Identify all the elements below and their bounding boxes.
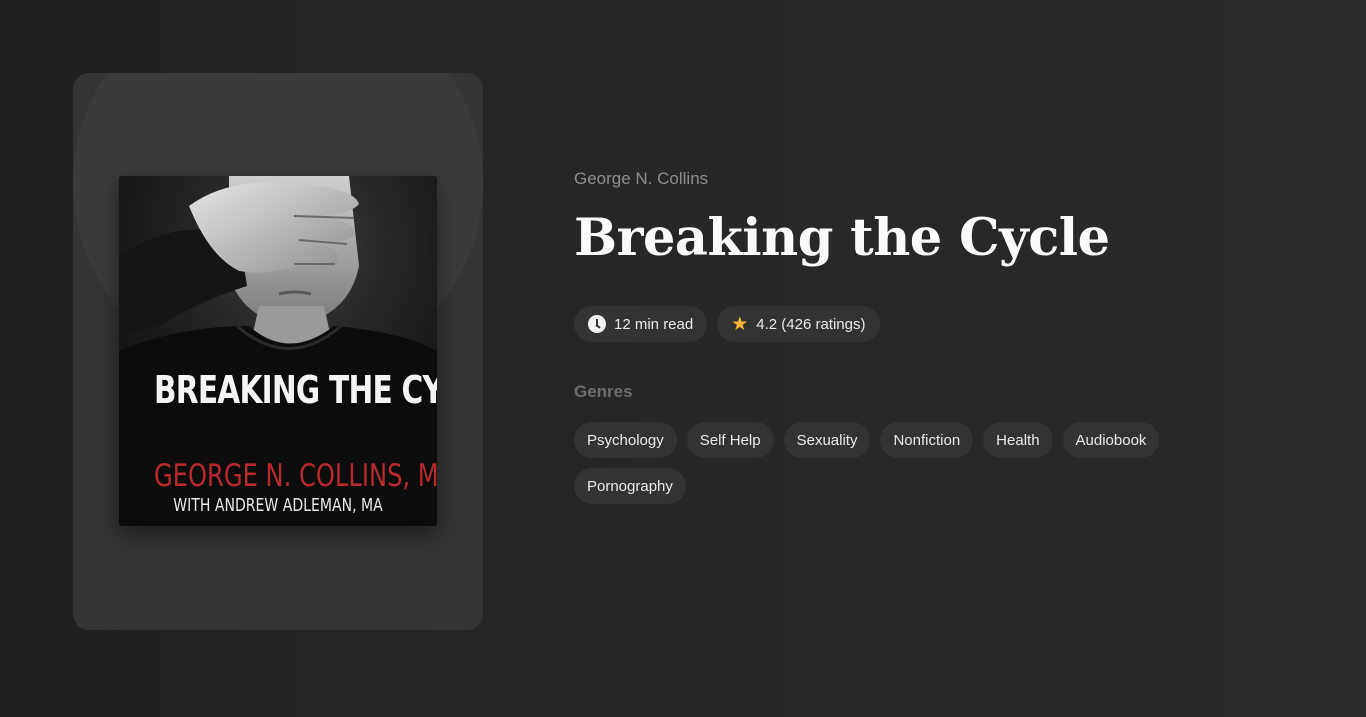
genre-list: Psychology Self Help Sexuality Nonfictio… bbox=[574, 422, 1214, 504]
cover-panel: BREAKING THE CYCLE GEORGE N. COLLINS, MA… bbox=[73, 73, 483, 630]
genre-tag-self-help[interactable]: Self Help bbox=[686, 422, 774, 458]
genre-tag-health[interactable]: Health bbox=[983, 422, 1053, 458]
star-icon: ★ bbox=[731, 313, 749, 335]
cover-title-text: BREAKING THE CYCLE bbox=[153, 368, 437, 412]
read-time-badge: 12 min read bbox=[574, 306, 708, 342]
genres-heading: Genres bbox=[574, 382, 633, 401]
genre-tag-psychology[interactable]: Psychology bbox=[574, 422, 677, 458]
read-time-text: 12 min read bbox=[614, 315, 694, 333]
book-title: Breaking the Cycle bbox=[574, 208, 1110, 268]
rating-badge: ★ 4.2 (426 ratings) bbox=[717, 306, 880, 342]
book-info: George N. Collins Breaking the Cycle 12 … bbox=[574, 168, 1334, 504]
clock-icon bbox=[588, 315, 606, 333]
cover-author-text: GEORGE N. COLLINS, MA bbox=[153, 458, 437, 494]
book-cover-image: BREAKING THE CYCLE GEORGE N. COLLINS, MA… bbox=[119, 176, 437, 526]
genre-tag-pornography[interactable]: Pornography bbox=[574, 468, 686, 504]
book-detail-page: BREAKING THE CYCLE GEORGE N. COLLINS, MA… bbox=[0, 0, 1366, 717]
genre-tag-sexuality[interactable]: Sexuality bbox=[783, 422, 871, 458]
genre-tag-audiobook[interactable]: Audiobook bbox=[1062, 422, 1160, 458]
book-meta: 12 min read ★ 4.2 (426 ratings) bbox=[574, 306, 1334, 342]
cover-coauthor-text: WITH ANDREW ADLEMAN, MA bbox=[173, 495, 383, 516]
rating-text: 4.2 (426 ratings) bbox=[756, 315, 866, 333]
book-author[interactable]: George N. Collins bbox=[574, 168, 1334, 190]
genre-tag-nonfiction[interactable]: Nonfiction bbox=[880, 422, 974, 458]
